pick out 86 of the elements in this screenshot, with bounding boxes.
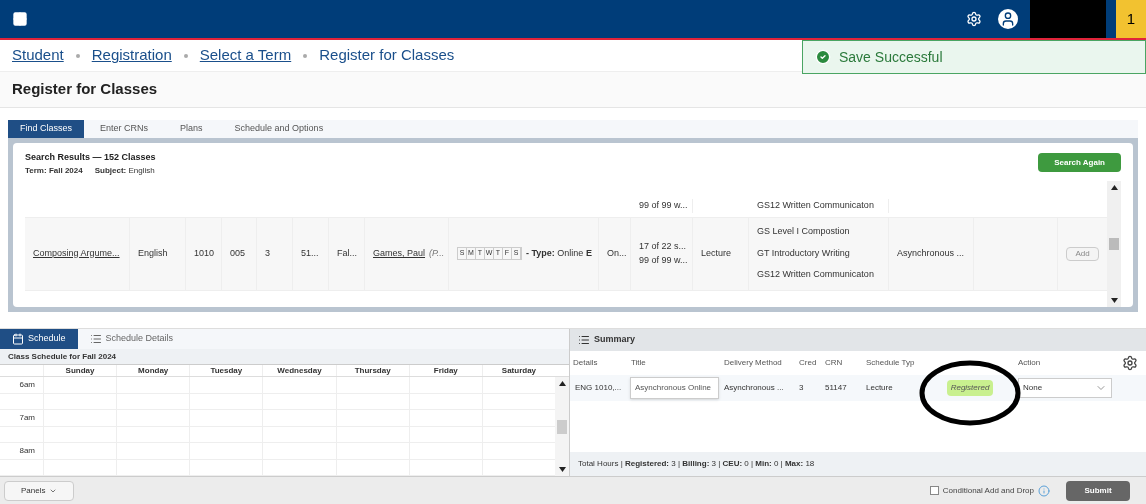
seats-status: 99 of 99 w... <box>639 253 688 267</box>
day-header: Tuesday <box>210 366 243 375</box>
attribute-text: GS12 Written Communicaton <box>757 199 874 212</box>
attribute-text: GT Introductory Writing <box>757 246 850 260</box>
notification-badge[interactable]: 1 <box>1116 0 1146 38</box>
breadcrumb-link[interactable]: Student <box>12 44 64 67</box>
crn-cell: 51147 <box>825 383 847 392</box>
day-header: Friday <box>433 366 458 375</box>
search-again-button[interactable]: Search Again <box>1038 153 1121 172</box>
course-title-link[interactable]: Composing Argume... <box>33 246 120 261</box>
calendar-icon <box>12 333 24 345</box>
seats-status: 17 of 22 s... <box>639 240 687 253</box>
column-header[interactable]: Details <box>573 358 598 367</box>
summary-title: Summary <box>594 333 636 347</box>
course-number-cell-text: 1010 <box>194 246 215 260</box>
schedule-title: Class Schedule for Fall 2024 <box>8 350 117 363</box>
column-header[interactable]: Action <box>1018 358 1041 367</box>
term-info: Term: Fall 2024 <box>25 164 83 177</box>
scroll-down-icon[interactable] <box>1110 298 1118 303</box>
breadcrumb-link[interactable]: Registration <box>91 44 172 67</box>
day-header: Saturday <box>501 366 537 375</box>
total-hours: Total Hours | Registered: 3 | Billing: 3 | CEU: 0 | Min: 0 | Max: 18 <box>578 458 815 470</box>
column-header[interactable]: Schedule Typ <box>866 358 915 367</box>
panels-button[interactable]: Panels <box>4 480 75 501</box>
seats-status: 99 of 99 w... <box>639 199 688 212</box>
list-icon <box>89 333 102 345</box>
breadcrumb-current: Register for Classes <box>319 45 455 66</box>
breadcrumb-separator <box>303 53 308 58</box>
page-title: Register for Classes <box>12 79 158 100</box>
time-label: 7am <box>19 411 35 424</box>
breadcrumb-separator <box>75 53 80 58</box>
scroll-up-icon[interactable] <box>1110 184 1118 190</box>
column-header[interactable]: Cred <box>799 358 817 367</box>
settings-icon[interactable] <box>1122 355 1138 371</box>
user-avatar-icon[interactable] <box>998 9 1018 29</box>
campus-cell-text: On... <box>607 246 627 260</box>
column-header[interactable]: Title <box>631 358 646 367</box>
tab[interactable]: Enter CRNs <box>84 120 165 138</box>
tab[interactable]: Plans <box>164 120 219 138</box>
scroll-thumb[interactable] <box>1109 237 1119 250</box>
details-cell: ENG 1010,... <box>575 383 622 392</box>
time-label: 8am <box>19 444 35 457</box>
schedule-type-cell: Lecture <box>866 383 893 392</box>
conditional-label: Conditional Add and Drop <box>942 484 1034 497</box>
day-header: Monday <box>138 366 169 375</box>
breadcrumb-link[interactable]: Select a Term <box>199 44 292 67</box>
conditional-checkbox[interactable] <box>929 486 939 495</box>
subject-info: Subject: English <box>94 164 155 177</box>
panel-tab[interactable]: Schedule Details <box>77 329 186 349</box>
tab[interactable]: Find Classes <box>8 120 85 138</box>
breadcrumb-separator <box>183 53 188 58</box>
delivery-cell-text: Asynchronous ... <box>897 246 965 260</box>
instructor-extra: (P... <box>429 246 445 260</box>
section-cell-text: 005 <box>230 246 246 260</box>
tab[interactable]: Schedule and Options <box>218 120 340 138</box>
scrollbar[interactable] <box>1107 180 1121 307</box>
panel-tab[interactable]: Schedule <box>0 329 78 349</box>
attribute-text: GS12 Written Communicaton <box>757 268 874 282</box>
hours-cell-text: 3 <box>265 246 270 260</box>
submit-button[interactable]: Submit <box>1066 480 1130 501</box>
day-header: Sunday <box>65 366 95 375</box>
scrollbar[interactable] <box>555 377 569 476</box>
delivery-cell: Asynchronous ... <box>724 383 784 392</box>
term-cell-text: Fal... <box>337 246 357 260</box>
credits-cell: 3 <box>799 383 804 392</box>
scroll-up-icon[interactable] <box>558 381 566 386</box>
subject-cell-text: English <box>138 246 168 260</box>
status-badge: Registered <box>946 380 994 396</box>
column-header[interactable]: CRN <box>825 358 843 367</box>
check-icon <box>815 49 831 65</box>
scroll-down-icon[interactable] <box>558 467 566 472</box>
crn-cell-text: 51... <box>301 246 319 260</box>
day-header: Thursday <box>354 366 391 375</box>
day-header: Wednesday <box>277 366 322 375</box>
attribute-text: GS Level I Compostion <box>757 225 850 239</box>
time-label: 6am <box>19 378 35 391</box>
results-heading: Search Results — 152 Classes <box>25 151 157 164</box>
summary-icon <box>578 334 590 346</box>
notification-message: Save Successful <box>839 47 943 67</box>
schedule-type-cell-text: Lecture <box>701 246 732 260</box>
instructor-link[interactable]: Games, Paul <box>373 246 426 261</box>
title-tooltip: Asynchronous Online <box>630 377 719 399</box>
meeting-type: - Type: Online E <box>526 246 592 260</box>
scroll-thumb[interactable] <box>557 419 567 434</box>
column-header[interactable]: Delivery Method <box>724 358 782 367</box>
action-dropdown[interactable]: None <box>1018 378 1112 398</box>
